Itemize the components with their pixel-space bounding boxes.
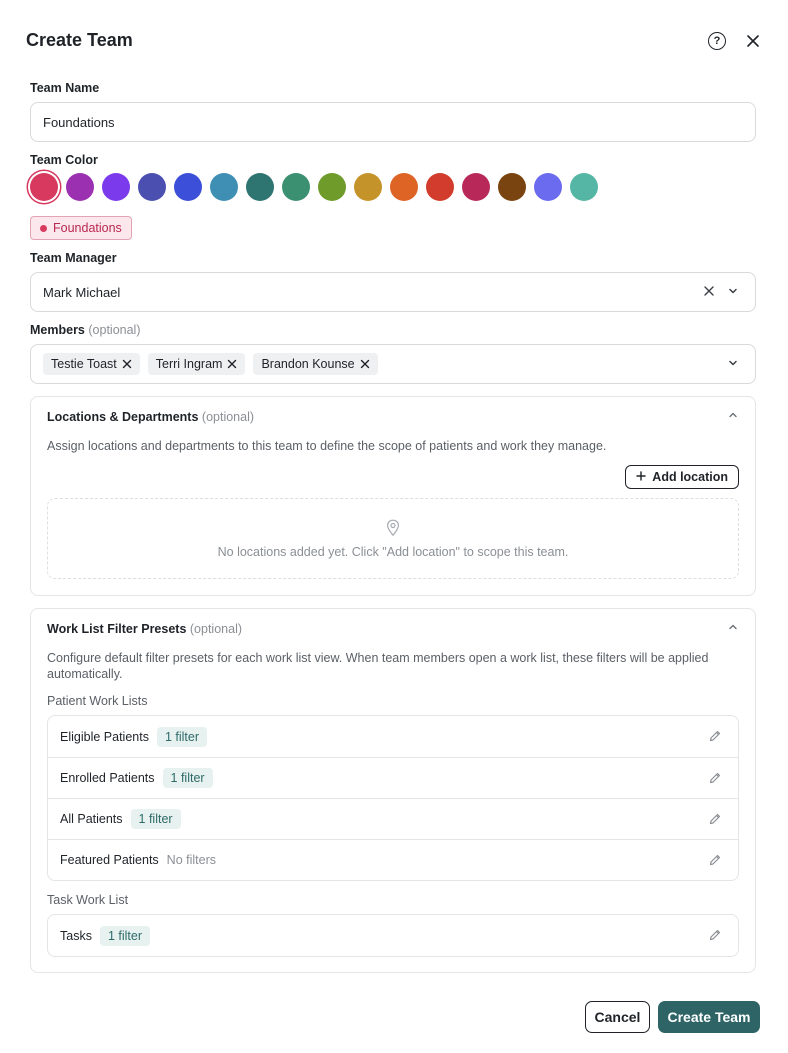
locations-title: Locations & Departments (optional)	[47, 410, 254, 424]
members-select[interactable]: Testie Toast Terri Ingram Brandon Kounse	[30, 344, 756, 384]
remove-member-icon[interactable]	[227, 358, 237, 371]
team-manager-label: Team Manager	[30, 251, 117, 265]
color-swatch-12[interactable]	[426, 173, 454, 201]
cancel-button[interactable]: Cancel	[585, 1001, 650, 1033]
color-swatch-14[interactable]	[498, 173, 526, 201]
work-list-row: Eligible Patients 1 filter	[48, 716, 738, 757]
chevron-down-icon[interactable]	[727, 285, 739, 300]
color-swatch-13[interactable]	[462, 173, 490, 201]
clear-icon[interactable]	[703, 285, 715, 300]
work-list-name: Tasks	[60, 928, 92, 943]
team-color-label: Team Color	[30, 153, 98, 167]
filter-count-badge: 1 filter	[130, 809, 181, 829]
locations-empty-message: No locations added yet. Click "Add locat…	[217, 545, 569, 559]
color-swatch-7[interactable]	[246, 173, 274, 201]
members-label: Members (optional)	[30, 323, 141, 337]
add-location-button[interactable]: Add location	[625, 465, 739, 489]
color-swatch-3[interactable]	[102, 173, 130, 201]
locations-title-text: Locations & Departments	[47, 410, 199, 424]
work-list-row: Enrolled Patients 1 filter	[48, 757, 738, 798]
preview-label: Foundations	[53, 221, 122, 235]
chevron-up-icon[interactable]	[727, 409, 739, 424]
dialog-header: Create Team ?	[26, 30, 762, 54]
team-name-label: Team Name	[30, 81, 100, 95]
task-work-lists: Tasks 1 filter	[47, 914, 739, 957]
member-chip-label: Brandon Kounse	[261, 357, 355, 371]
member-chip-label: Testie Toast	[51, 357, 117, 371]
presets-card: Work List Filter Presets (optional) Conf…	[30, 608, 756, 973]
color-swatch-15[interactable]	[534, 173, 562, 201]
create-team-button[interactable]: Create Team	[658, 1001, 760, 1033]
team-manager-select[interactable]: Mark Michael	[30, 272, 756, 312]
members-optional: (optional)	[88, 323, 141, 337]
member-chip-label: Terri Ingram	[155, 357, 223, 371]
edit-icon[interactable]	[708, 853, 722, 870]
remove-member-icon[interactable]	[360, 358, 370, 371]
color-swatch-11[interactable]	[390, 173, 418, 201]
color-swatch-2[interactable]	[66, 173, 94, 201]
locations-optional: (optional)	[201, 410, 255, 424]
work-list-name: Enrolled Patients	[60, 771, 155, 785]
edit-icon[interactable]	[708, 812, 722, 829]
chevron-down-icon[interactable]	[727, 357, 739, 372]
presets-title: Work List Filter Presets (optional)	[47, 622, 242, 636]
filter-count-badge: 1 filter	[162, 768, 213, 788]
filter-count-badge: 1 filter	[99, 925, 150, 946]
color-swatches	[30, 173, 598, 201]
edit-icon[interactable]	[708, 771, 722, 788]
edit-icon[interactable]	[708, 729, 722, 746]
patient-work-lists-heading: Patient Work Lists	[47, 694, 148, 708]
members-label-text: Members	[30, 323, 85, 337]
color-swatch-9[interactable]	[318, 173, 346, 201]
member-chips: Testie Toast Terri Ingram Brandon Kounse	[43, 353, 378, 375]
dialog-title: Create Team	[26, 30, 133, 50]
color-swatch-4[interactable]	[138, 173, 166, 201]
locations-card: Locations & Departments (optional) Assig…	[30, 396, 756, 596]
work-list-name: Eligible Patients	[60, 729, 149, 744]
member-chip: Terri Ingram	[147, 353, 246, 375]
color-swatch-16[interactable]	[570, 173, 598, 201]
task-work-list-heading: Task Work List	[47, 893, 129, 907]
help-icon[interactable]: ?	[708, 32, 726, 50]
team-name-input[interactable]: Foundations	[30, 102, 756, 142]
map-pin-icon	[386, 519, 400, 540]
work-list-row: Tasks 1 filter	[48, 915, 738, 956]
add-location-label: Add location	[652, 470, 728, 484]
member-chip: Testie Toast	[43, 353, 140, 375]
presets-optional: (optional)	[189, 622, 243, 636]
locations-empty-state: No locations added yet. Click "Add locat…	[47, 498, 739, 579]
color-swatch-8[interactable]	[282, 173, 310, 201]
plus-icon	[636, 470, 646, 484]
color-swatch-5[interactable]	[174, 173, 202, 201]
color-swatch-6[interactable]	[210, 173, 238, 201]
work-list-row: Featured Patients No filters	[48, 839, 738, 880]
locations-description: Assign locations and departments to this…	[47, 439, 607, 453]
team-manager-value: Mark Michael	[43, 285, 121, 300]
preview-color-dot	[40, 224, 47, 232]
filter-count-badge: 1 filter	[156, 726, 207, 747]
team-preview-badge: Foundations	[30, 216, 132, 240]
presets-title-text: Work List Filter Presets	[47, 622, 187, 636]
chevron-up-icon[interactable]	[727, 621, 739, 636]
color-swatch-10[interactable]	[354, 173, 382, 201]
work-list-name: Featured Patients	[60, 853, 159, 867]
work-list-name: All Patients	[60, 812, 123, 826]
close-icon[interactable]	[744, 32, 762, 50]
presets-description: Configure default filter presets for eac…	[47, 651, 709, 681]
edit-icon[interactable]	[708, 928, 722, 945]
member-chip: Brandon Kounse	[253, 353, 378, 375]
team-name-value: Foundations	[43, 115, 115, 130]
patient-work-lists: Eligible Patients 1 filter Enrolled Patien…	[47, 715, 739, 881]
remove-member-icon[interactable]	[122, 358, 132, 371]
work-list-row: All Patients 1 filter	[48, 798, 738, 839]
color-swatch-1[interactable]	[30, 173, 58, 201]
no-filters-text: No filters	[166, 853, 216, 867]
